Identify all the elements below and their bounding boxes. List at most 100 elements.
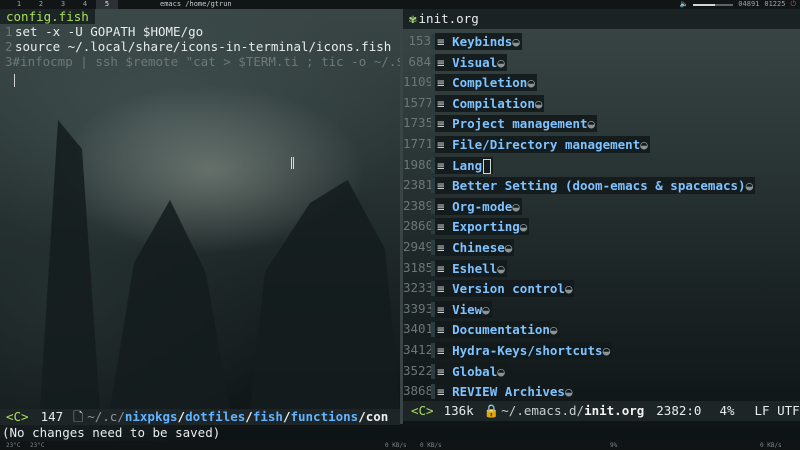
right-editor-pane[interactable]: ✾ init.org 153 ≡ Keybinds◒ 684 ≡ Visual◒ 1109… bbox=[403, 9, 800, 401]
fold-ellipsis-icon[interactable]: ◒ bbox=[527, 75, 535, 90]
fold-ellipsis-icon[interactable]: ◒ bbox=[588, 116, 596, 131]
line-text: #infocmp | ssh $remote "cat > $TERM.ti ;… bbox=[12, 54, 400, 69]
org-heading[interactable]: ≡ Project management◒ bbox=[435, 115, 598, 133]
lock-icon: 🔒 bbox=[483, 403, 500, 418]
workspace-2[interactable]: 2 bbox=[30, 0, 52, 9]
org-heading-row[interactable]: 3412 ≡ Hydra-Keys/shortcuts◒ bbox=[403, 340, 800, 361]
org-heading-row[interactable]: 2860 ≡ Exporting◒ bbox=[403, 216, 800, 237]
left-modeline: <C> 147 🗋 ~/.c/nixpkgs/dotfiles/fish/fun… bbox=[0, 409, 400, 425]
org-heading[interactable]: ≡ REVIEW Archives◒ bbox=[435, 383, 575, 401]
org-heading-row[interactable]: 2949 ≡ Chinese◒ bbox=[403, 237, 800, 258]
workspace-1[interactable]: 1 bbox=[8, 0, 30, 9]
org-heading-row[interactable]: 3185 ≡ Eshell◒ bbox=[403, 258, 800, 279]
fold-ellipsis-icon[interactable]: ◒ bbox=[497, 261, 505, 276]
heading-bullet-icon: ≡ bbox=[437, 342, 445, 358]
org-headings[interactable]: 153 ≡ Keybinds◒ 684 ≡ Visual◒ 1109 ≡ Completi… bbox=[403, 31, 800, 402]
cpu-usage: 9% bbox=[610, 442, 618, 449]
org-heading-row[interactable]: 3868 ≡ REVIEW Archives◒ bbox=[403, 381, 800, 402]
buffer-title: config.fish bbox=[0, 9, 95, 24]
heading-text: Version control bbox=[452, 281, 565, 297]
org-heading[interactable]: ≡ Completion◒ bbox=[435, 74, 537, 92]
top-panel: 1 2 3 4 5 emacs /home/gtrun 🔈 04891 0122… bbox=[0, 0, 800, 9]
minibuffer-message: (No changes need to be saved) bbox=[2, 425, 221, 440]
line-text: set -x -U GOPATH $HOME/go bbox=[15, 24, 204, 39]
org-heading-row[interactable]: 2381 ≡ Better Setting (doom-emacs & space… bbox=[403, 175, 800, 196]
org-heading[interactable]: ≡ Keybinds◒ bbox=[435, 33, 522, 50]
fold-ellipsis-icon[interactable]: ◒ bbox=[550, 322, 558, 337]
heading-text: REVIEW Archives bbox=[452, 384, 565, 400]
fold-ellipsis-icon[interactable]: ◒ bbox=[497, 364, 505, 379]
heading-text: View bbox=[452, 301, 483, 317]
heading-bullet-icon: ≡ bbox=[437, 239, 445, 255]
heading-bullet-icon: ≡ bbox=[437, 219, 445, 235]
fold-ellipsis-icon[interactable]: ◒ bbox=[497, 55, 505, 70]
line-number: 1771 bbox=[403, 135, 431, 151]
fold-ellipsis-icon[interactable]: ◒ bbox=[520, 219, 528, 234]
org-heading-row[interactable]: 1771 ≡ File/Directory management◒ bbox=[403, 134, 800, 155]
volume-slider[interactable] bbox=[693, 3, 734, 6]
fold-ellipsis-icon[interactable]: ◒ bbox=[565, 281, 573, 296]
heading-bullet-icon: ≡ bbox=[437, 260, 445, 276]
heading-text: Global bbox=[452, 363, 498, 379]
org-heading-row[interactable]: 3401 ≡ Documentation◒ bbox=[403, 319, 800, 340]
org-heading-row[interactable]: 3233 ≡ Version control◒ bbox=[403, 278, 800, 299]
workspace-5[interactable]: 5 bbox=[96, 0, 118, 9]
org-heading-row[interactable]: 3393 ≡ View◒ bbox=[403, 299, 800, 320]
org-heading[interactable]: ≡ File/Directory management◒ bbox=[435, 135, 650, 153]
heading-text: Keybinds bbox=[452, 34, 513, 49]
workspace-4[interactable]: 4 bbox=[74, 0, 96, 9]
org-heading-row[interactable]: 2389 ≡ Org-mode◒ bbox=[403, 196, 800, 217]
fold-ellipsis-icon[interactable]: ◒ bbox=[565, 384, 573, 399]
org-heading-row[interactable]: 1577 ≡ Compilation◒ bbox=[403, 93, 800, 114]
volume-icon[interactable]: 🔈 bbox=[680, 0, 689, 9]
org-heading[interactable]: ≡ Version control◒ bbox=[435, 280, 575, 298]
org-heading[interactable]: ≡ Chinese◒ bbox=[435, 238, 515, 256]
org-heading-row[interactable]: 153 ≡ Keybinds◒ bbox=[403, 31, 800, 52]
org-heading[interactable]: ≡ Lang bbox=[435, 156, 494, 174]
heading-text: Better Setting (doom-emacs & spacemacs) bbox=[452, 178, 746, 194]
cursor-position: 2382:0 bbox=[656, 403, 702, 418]
workspace-3[interactable]: 3 bbox=[52, 0, 74, 9]
heading-text: Lang bbox=[452, 157, 483, 173]
org-heading[interactable]: ≡ Documentation◒ bbox=[435, 321, 560, 339]
heading-bullet-icon: ≡ bbox=[437, 136, 445, 152]
heading-bullet-icon: ≡ bbox=[437, 95, 445, 111]
org-heading[interactable]: ≡ Compilation◒ bbox=[435, 94, 545, 112]
fold-ellipsis-icon[interactable]: ◒ bbox=[603, 343, 611, 358]
org-heading[interactable]: ≡ View◒ bbox=[435, 300, 492, 318]
heading-bullet-icon: ≡ bbox=[437, 54, 445, 70]
org-heading[interactable]: ≡ Global◒ bbox=[435, 362, 507, 380]
code-line[interactable]: 2 source ~/.local/share/icons-in-termina… bbox=[0, 39, 400, 54]
org-heading[interactable]: ≡ Org-mode◒ bbox=[435, 197, 522, 215]
power-icon[interactable]: ⏻ bbox=[790, 0, 796, 9]
meter-b: 01225 bbox=[764, 0, 786, 8]
org-heading[interactable]: ≡ Better Setting (doom-emacs & spacemacs… bbox=[435, 177, 756, 195]
org-heading-row[interactable]: 3522 ≡ Global◒ bbox=[403, 361, 800, 382]
code-line[interactable]: 3 #infocmp | ssh $remote "cat > $TERM.ti… bbox=[0, 54, 400, 69]
line-number: 1 bbox=[5, 24, 13, 39]
code-lines[interactable]: 1 set -x -U GOPATH $HOME/go 2 source ~/.… bbox=[0, 24, 400, 69]
fold-ellipsis-icon[interactable]: ◒ bbox=[535, 96, 543, 111]
org-heading-row[interactable]: 1109 ≡ Completion◒ bbox=[403, 72, 800, 93]
org-heading-row[interactable]: 684 ≡ Visual◒ bbox=[403, 52, 800, 73]
org-heading[interactable]: ≡ Hydra-Keys/shortcuts◒ bbox=[435, 341, 613, 359]
fold-ellipsis-icon[interactable]: ◒ bbox=[512, 34, 520, 49]
line-number: 2389 bbox=[403, 197, 431, 213]
fold-ellipsis-icon[interactable]: ◒ bbox=[505, 240, 513, 255]
org-heading[interactable]: ≡ Exporting◒ bbox=[435, 218, 530, 236]
code-line[interactable]: 1 set -x -U GOPATH $HOME/go bbox=[0, 24, 400, 39]
fold-ellipsis-icon[interactable]: ◒ bbox=[512, 199, 520, 214]
path-prefix: ~/.c/ bbox=[87, 409, 125, 424]
org-heading[interactable]: ≡ Visual◒ bbox=[435, 53, 507, 71]
left-editor-pane[interactable]: config.fish 1 set -x -U GOPATH $HOME/go … bbox=[0, 9, 400, 409]
org-heading-row[interactable]: 1735 ≡ Project management◒ bbox=[403, 113, 800, 134]
fold-ellipsis-icon[interactable]: ◒ bbox=[482, 302, 490, 317]
line-number: 3868 bbox=[403, 383, 431, 399]
fold-ellipsis-icon[interactable]: ◒ bbox=[746, 178, 754, 193]
buffer-percent: 4% bbox=[719, 403, 735, 418]
fold-ellipsis-icon[interactable]: ◒ bbox=[640, 137, 648, 152]
org-heading-row[interactable]: 1980 ≡ Lang bbox=[403, 155, 800, 176]
org-heading[interactable]: ≡ Eshell◒ bbox=[435, 259, 507, 277]
path-prefix: ~/.emacs.d/ bbox=[501, 403, 585, 418]
line-number: 3412 bbox=[403, 341, 431, 357]
